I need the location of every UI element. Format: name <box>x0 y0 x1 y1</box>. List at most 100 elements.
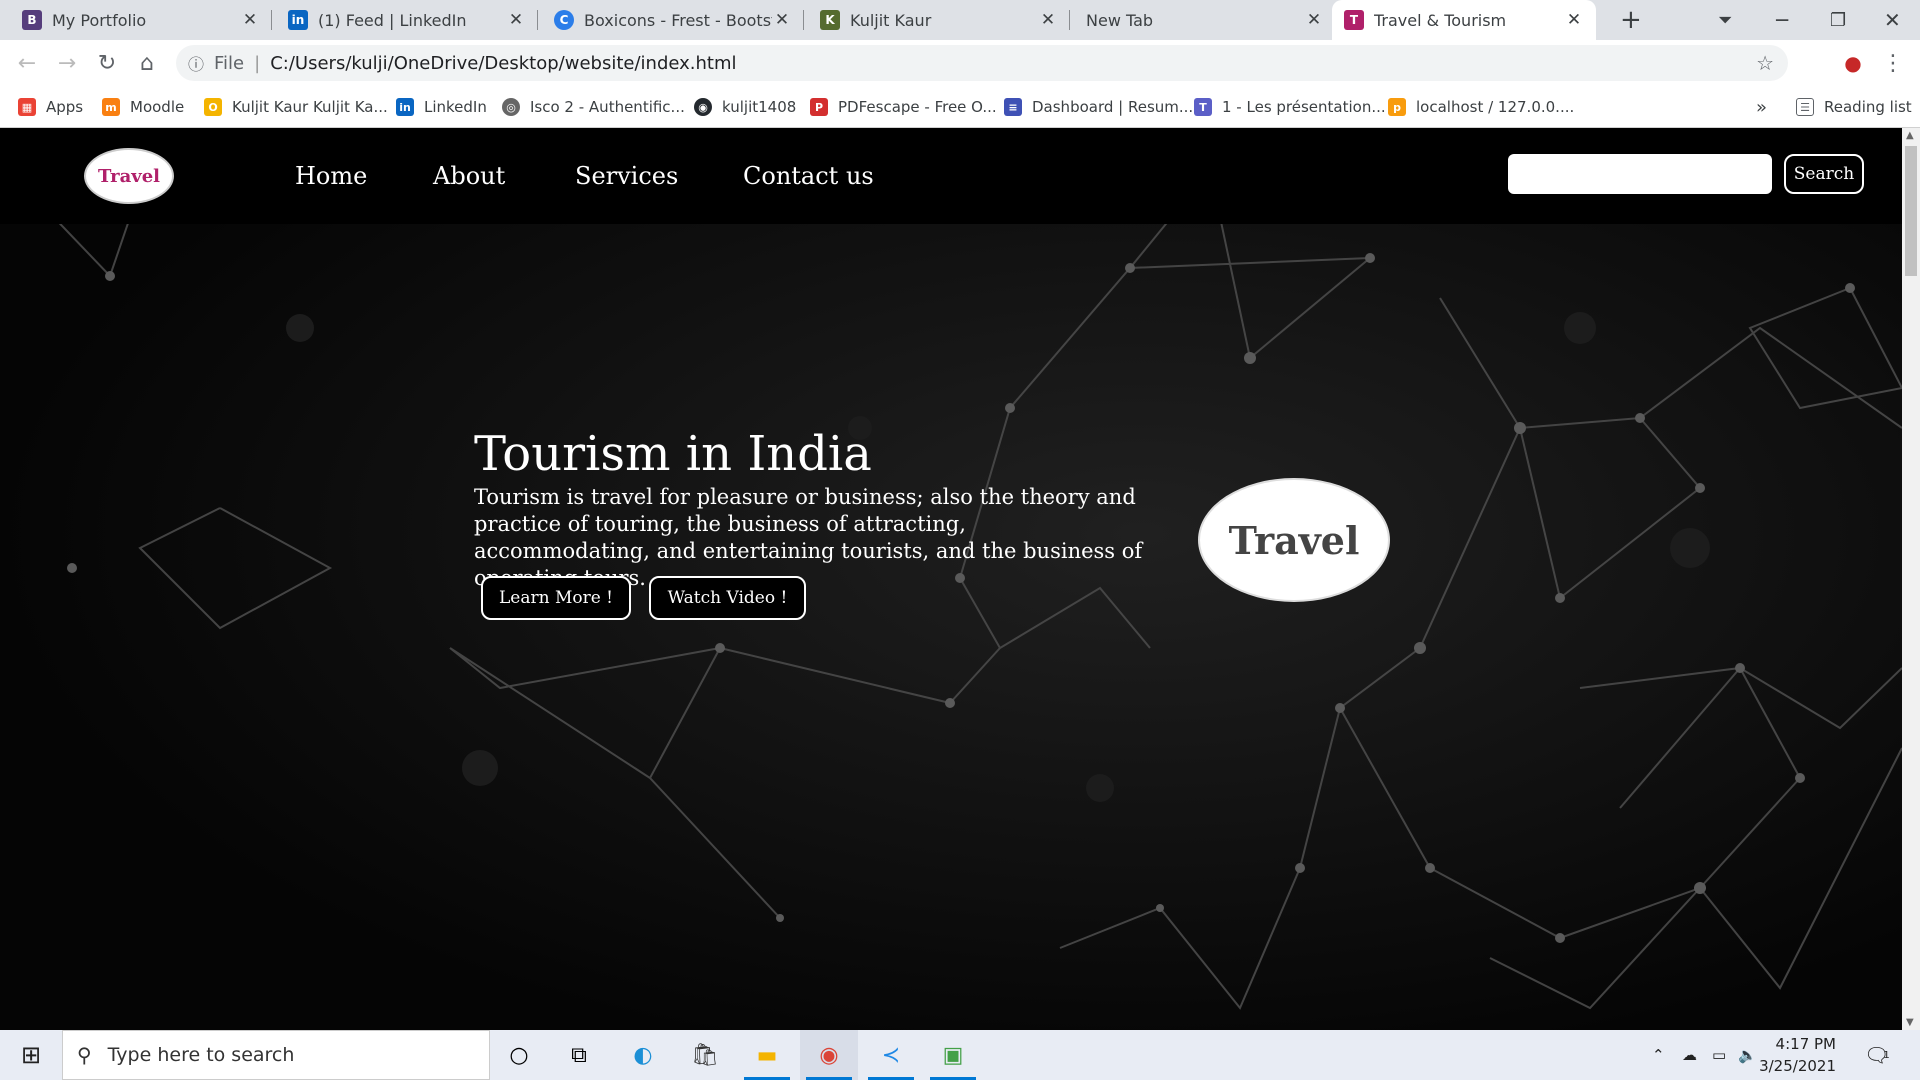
bookmark-github[interactable]: ◉ kuljit1408 <box>694 95 796 119</box>
minimize-button[interactable]: ─ <box>1764 0 1814 40</box>
tab-title: My Portfolio <box>52 10 147 30</box>
tab-new-tab[interactable]: New Tab ✕ <box>1074 0 1336 40</box>
image-app-icon[interactable]: ▣ <box>924 1030 982 1080</box>
address-bar[interactable]: ⓘ File | C:/Users/kulji/OneDrive/Desktop… <box>176 45 1788 81</box>
tab-travel-tourism[interactable]: T Travel & Tourism ✕ <box>1332 0 1596 40</box>
bootstrap-icon: B <box>22 10 42 30</box>
nav-about[interactable]: About <box>433 162 505 190</box>
bookmark-label: Apps <box>46 98 84 116</box>
phpmyadmin-icon: p <box>1388 98 1406 116</box>
tab-search-icon[interactable]: ⏷ <box>1706 0 1746 40</box>
bookmark-localhost[interactable]: p localhost / 127.0.0.... <box>1388 95 1574 119</box>
tab-my-portfolio[interactable]: B My Portfolio ✕ <box>10 0 272 40</box>
linkedin-icon: in <box>396 98 414 116</box>
close-icon[interactable]: ✕ <box>1304 10 1324 30</box>
teams-icon: T <box>1194 98 1212 116</box>
travel-icon: T <box>1344 10 1364 30</box>
vertical-scrollbar[interactable]: ▲ ▼ <box>1902 128 1920 1030</box>
bookmark-moodle[interactable]: m Moodle <box>102 95 184 119</box>
profile-avatar[interactable]: ● <box>1838 48 1868 78</box>
address-url: C:/Users/kulji/OneDrive/Desktop/website/… <box>270 52 737 74</box>
tab-linkedin[interactable]: in (1) Feed | LinkedIn ✕ <box>276 0 538 40</box>
onedrive-icon[interactable]: ☁ <box>1682 1030 1697 1080</box>
pdf-icon: P <box>810 98 828 116</box>
reading-list-icon: ☰ <box>1796 98 1814 116</box>
notification-icon[interactable]: 🗨 1 <box>1864 1030 1890 1080</box>
store-icon[interactable]: 🛍 <box>676 1030 734 1080</box>
document-icon: ≡ <box>1004 98 1022 116</box>
bookmarks-bar: ▦ Apps m Moodle O Kuljit Kaur Kuljit Ka... … <box>0 86 1920 128</box>
close-window-button[interactable]: ✕ <box>1872 0 1920 40</box>
close-icon[interactable]: ✕ <box>772 10 792 30</box>
reload-icon[interactable]: ↻ <box>92 48 122 78</box>
battery-icon[interactable]: ▭ <box>1712 1030 1726 1080</box>
boxicons-icon: C <box>554 10 574 30</box>
forward-icon[interactable]: → <box>52 48 82 78</box>
new-tab-button[interactable]: + <box>1608 0 1648 40</box>
task-view-icon[interactable]: ⧉ <box>550 1030 608 1080</box>
edge-icon[interactable]: ◐ <box>614 1030 672 1080</box>
scrollbar-thumb[interactable] <box>1905 146 1917 276</box>
scroll-down-icon[interactable]: ▼ <box>1906 1017 1914 1028</box>
close-icon[interactable]: ✕ <box>1564 10 1584 30</box>
address-scheme: File <box>214 52 245 74</box>
tab-kuljit-kaur[interactable]: K Kuljit Kaur ✕ <box>808 0 1070 40</box>
moodle-icon: m <box>102 98 120 116</box>
learn-more-button[interactable]: Learn More ! <box>481 576 631 620</box>
home-icon[interactable]: ⌂ <box>132 48 162 78</box>
bookmark-star-icon[interactable]: ☆ <box>1756 51 1774 75</box>
maximize-button[interactable]: ❐ <box>1818 0 1868 40</box>
info-icon[interactable]: ⓘ <box>188 51 204 75</box>
scroll-up-icon[interactable]: ▲ <box>1906 130 1914 141</box>
tab-title: Travel & Tourism <box>1374 10 1507 30</box>
nav-services[interactable]: Services <box>575 162 678 190</box>
vscode-icon[interactable]: ≺ <box>862 1030 920 1080</box>
bookmark-label: Kuljit Kaur Kuljit Ka... <box>232 98 388 116</box>
site-search-input[interactable] <box>1508 154 1772 194</box>
close-icon[interactable]: ✕ <box>506 10 526 30</box>
nav-contact-us[interactable]: Contact us <box>743 162 874 190</box>
bookmark-label: LinkedIn <box>424 98 487 116</box>
back-icon[interactable]: ← <box>12 48 42 78</box>
tray-chevron-icon[interactable]: ⌃ <box>1652 1030 1665 1080</box>
bookmark-isco[interactable]: ◎ Isco 2 - Authentific... <box>502 95 685 119</box>
tab-boxicons[interactable]: C Boxicons - Frest - Bootstrap ✕ <box>542 0 804 40</box>
search-icon: ⚲ <box>77 1043 92 1067</box>
toolbar: ← → ↻ ⌂ ⓘ File | C:/Users/kulji/OneDrive… <box>0 40 1920 86</box>
close-icon[interactable]: ✕ <box>1038 10 1058 30</box>
close-icon[interactable]: ✕ <box>240 10 260 30</box>
bookmark-kuljit[interactable]: O Kuljit Kaur Kuljit Ka... <box>204 95 388 119</box>
github-icon: ◉ <box>694 98 712 116</box>
tab-title: (1) Feed | LinkedIn <box>318 10 467 30</box>
hero-travel-logo: Travel <box>1198 478 1390 602</box>
tab-title: Boxicons - Frest - Bootstrap <box>584 10 772 30</box>
menu-dots-icon[interactable]: ⋮ <box>1878 48 1908 78</box>
more-bookmarks-icon[interactable]: » <box>1756 95 1767 119</box>
chrome-icon[interactable]: ◉ <box>800 1030 858 1080</box>
watch-video-button[interactable]: Watch Video ! <box>649 576 806 620</box>
globe-icon: ◎ <box>502 98 520 116</box>
webpage: Travel Home About Services Contact us Se… <box>0 128 1902 1030</box>
cortana-icon[interactable]: ○ <box>490 1030 548 1080</box>
bookmark-label: localhost / 127.0.0.... <box>1416 98 1575 116</box>
bookmark-linkedin[interactable]: in LinkedIn <box>396 95 487 119</box>
taskbar-search[interactable]: ⚲ Type here to search <box>62 1030 490 1080</box>
reading-list[interactable]: ☰ Reading list <box>1796 95 1912 119</box>
bookmark-pdfescape[interactable]: P PDFescape - Free O... <box>810 95 997 119</box>
windows-start-icon[interactable]: ⊞ <box>2 1030 60 1080</box>
bookmark-apps[interactable]: ▦ Apps <box>18 95 83 119</box>
bookmark-dashboard[interactable]: ≡ Dashboard | Resum... <box>1004 95 1193 119</box>
clock[interactable]: 4:17 PM 3/25/2021 <box>1759 1030 1836 1080</box>
site-logo[interactable]: Travel <box>84 148 174 204</box>
apps-grid-icon: ▦ <box>18 98 36 116</box>
file-explorer-icon[interactable]: ▬ <box>738 1030 796 1080</box>
bookmark-label: Isco 2 - Authentific... <box>530 98 685 116</box>
volume-icon[interactable]: 🔈 <box>1738 1030 1757 1080</box>
bookmark-label: PDFescape - Free O... <box>838 98 997 116</box>
windows-taskbar: ⊞ ⚲ Type here to search ○ ⧉ ◐ 🛍 ▬ ◉ ≺ ▣ … <box>0 1030 1920 1080</box>
linkedin-icon: in <box>288 10 308 30</box>
site-search-button[interactable]: Search <box>1784 154 1864 194</box>
nav-home[interactable]: Home <box>295 162 367 190</box>
bookmark-teams[interactable]: T 1 - Les présentation... <box>1194 95 1386 119</box>
tab-strip: B My Portfolio ✕ in (1) Feed | LinkedIn … <box>0 0 1920 40</box>
